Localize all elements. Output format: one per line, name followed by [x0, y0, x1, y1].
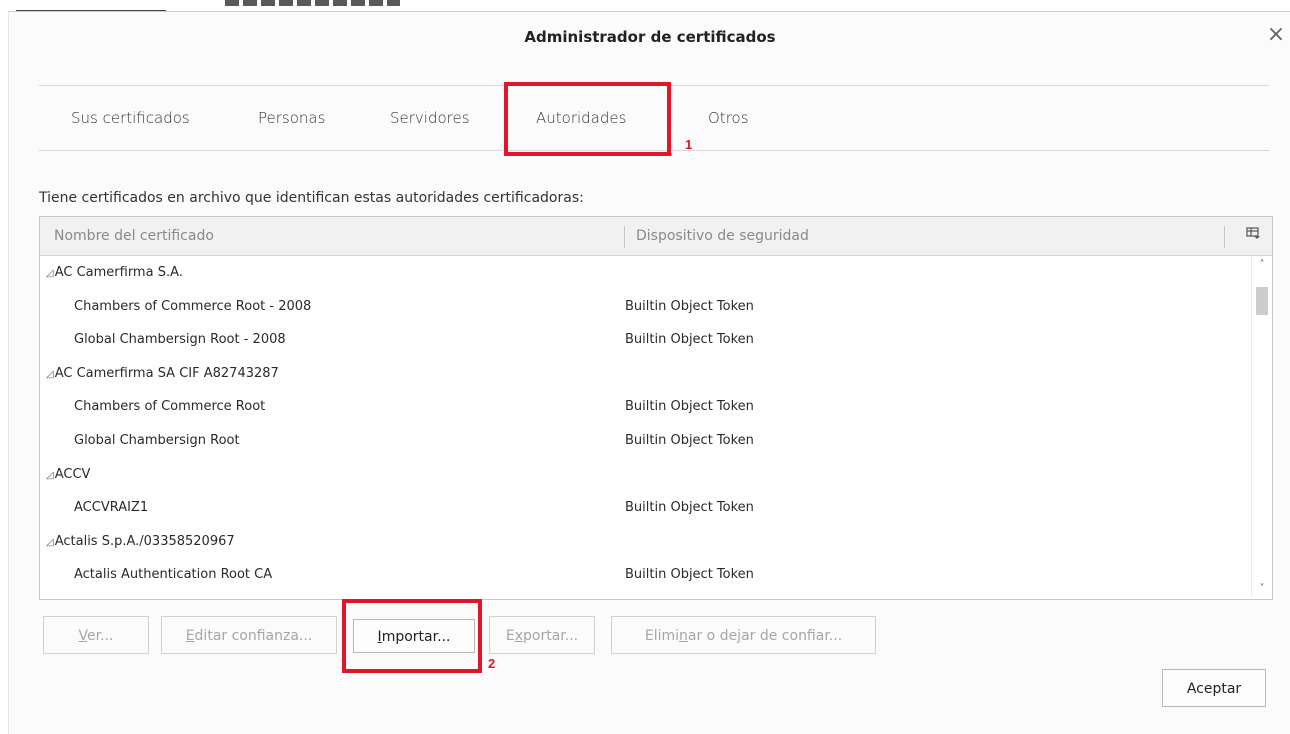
- table-row-group[interactable]: ◿AC Camerfirma SA CIF A82743287: [40, 357, 1246, 391]
- vertical-scrollbar[interactable]: ˄ ˅: [1251, 256, 1272, 598]
- table-row-group[interactable]: ◿ACCV: [40, 458, 1246, 492]
- group-name: ACCV: [54, 466, 91, 482]
- scroll-up-arrow-icon[interactable]: ˄: [1252, 256, 1272, 274]
- certificate-manager-dialog: Administrador de certificados × Sus cert…: [8, 11, 1290, 734]
- highlight-box-import-button: [342, 599, 482, 673]
- column-header-security-device[interactable]: Dispositivo de seguridad: [636, 228, 809, 244]
- delete-or-distrust-button[interactable]: Eliminar o dejar de confiar...: [611, 616, 876, 654]
- column-separator[interactable]: [624, 226, 625, 248]
- delete-label-post: ar o dejar de confiar...: [687, 628, 843, 644]
- table-row[interactable]: Actalis Authentication Root CA Builtin O…: [40, 558, 1246, 592]
- twisty-expanded-icon[interactable]: ◿: [46, 470, 54, 481]
- twisty-expanded-icon[interactable]: ◿: [46, 537, 54, 548]
- annotation-step-1: 1: [685, 137, 693, 152]
- group-name: AC Camerfirma SA CIF A82743287: [54, 365, 279, 381]
- certificate-name: Global Chambersign Root - 2008: [74, 332, 286, 348]
- security-device: Builtin Object Token: [625, 399, 754, 415]
- view-label-post: er...: [87, 628, 114, 644]
- table-row[interactable]: Chambers of Commerce Root Builtin Object…: [40, 390, 1246, 424]
- tab-servers[interactable]: Servidores: [390, 109, 470, 139]
- tab-people[interactable]: Personas: [258, 109, 325, 139]
- tab-your-certificates[interactable]: Sus certificados: [71, 109, 190, 139]
- delete-label-pre: Elimi: [644, 628, 679, 644]
- scroll-down-arrow-icon[interactable]: ˅: [1252, 580, 1272, 598]
- table-row-group[interactable]: ◿AC Camerfirma S.A.: [40, 256, 1246, 290]
- dialog-title: Administrador de certificados: [524, 28, 776, 46]
- table-row[interactable]: ACCVRAIZ1 Builtin Object Token: [40, 491, 1246, 525]
- delete-label-key: n: [679, 628, 688, 644]
- table-row[interactable]: Global Chambersign Root - 2008 Builtin O…: [40, 323, 1246, 357]
- twisty-expanded-icon[interactable]: ◿: [46, 268, 54, 279]
- export-label-post: portar...: [523, 628, 579, 644]
- certificate-name: Chambers of Commerce Root: [74, 399, 266, 415]
- certificate-name: Chambers of Commerce Root - 2008: [74, 298, 312, 314]
- certificate-name: Global Chambersign Root: [74, 432, 240, 448]
- security-device: Builtin Object Token: [625, 298, 754, 314]
- column-separator[interactable]: [1224, 226, 1225, 248]
- group-name: Actalis S.p.A./03358520967: [54, 533, 235, 549]
- table-row[interactable]: Global Chambersign Root Builtin Object T…: [40, 424, 1246, 458]
- table-row-group[interactable]: ◿Actalis S.p.A./03358520967: [40, 525, 1246, 559]
- security-device: Builtin Object Token: [625, 432, 754, 448]
- authorities-description: Tiene certificados en archivo que identi…: [39, 190, 584, 206]
- table-header: Nombre del certificado Dispositivo de se…: [40, 217, 1272, 256]
- close-icon[interactable]: ×: [1263, 22, 1289, 48]
- table-row[interactable]: Chambers of Commerce Root - 2008 Builtin…: [40, 290, 1246, 324]
- group-name: AC Camerfirma S.A.: [54, 265, 183, 280]
- annotation-step-2: 2: [488, 656, 496, 671]
- security-device: Builtin Object Token: [625, 332, 754, 348]
- scrollbar-thumb[interactable]: [1256, 287, 1268, 315]
- security-device: Builtin Object Token: [625, 567, 754, 583]
- background-text-fragment: [225, 0, 400, 6]
- column-header-certificate-name[interactable]: Nombre del certificado: [54, 228, 214, 244]
- title-bar: Administrador de certificados ×: [9, 12, 1290, 64]
- highlight-box-authorities-tab: [504, 82, 671, 156]
- edit-trust-button[interactable]: Editar confianza...: [161, 616, 337, 654]
- twisty-expanded-icon[interactable]: ◿: [46, 369, 54, 380]
- certificate-name: Actalis Authentication Root CA: [74, 567, 273, 583]
- certificate-tree[interactable]: Nombre del certificado Dispositivo de se…: [39, 216, 1273, 600]
- edit-trust-label-key: E: [185, 628, 195, 644]
- export-button[interactable]: Exportar...: [489, 616, 595, 654]
- security-device: Builtin Object Token: [625, 500, 754, 516]
- column-picker-icon[interactable]: [1246, 226, 1260, 240]
- export-label-key: x: [514, 628, 524, 644]
- edit-trust-label-post: ditar confianza...: [194, 628, 313, 644]
- table-rows: ◿AC Camerfirma S.A. Chambers of Commerce…: [40, 256, 1246, 592]
- accept-button[interactable]: Aceptar: [1162, 669, 1266, 707]
- export-label-pre: E: [505, 628, 515, 644]
- tab-others[interactable]: Otros: [708, 109, 749, 139]
- view-button[interactable]: Ver...: [43, 616, 149, 654]
- view-label-key: V: [78, 628, 88, 644]
- certificate-name: ACCVRAIZ1: [74, 500, 149, 516]
